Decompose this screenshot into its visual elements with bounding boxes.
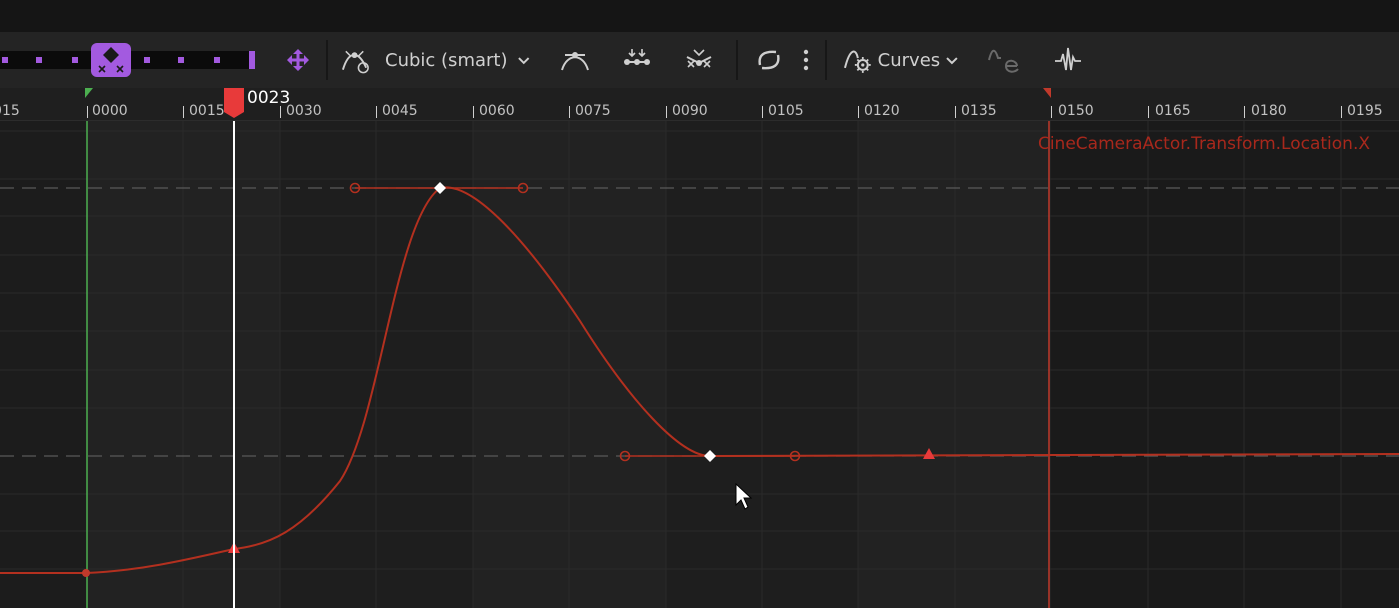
curve-graph-area[interactable]: CineCameraActor.Transform.Location.X	[0, 121, 1399, 608]
ruler-tick	[376, 106, 377, 118]
loop-icon[interactable]	[750, 32, 788, 88]
ruler-tick-label: 0015	[189, 103, 225, 119]
ruler-tick	[87, 106, 88, 118]
curves-settings-icon	[844, 50, 871, 73]
chevron-down-icon	[518, 57, 530, 65]
frame-ruler[interactable]: -015 0000 0015 0030 0045 0060 0075 0090 …	[0, 88, 1399, 121]
interpolation-dropdown[interactable]: Cubic (smart)	[340, 32, 532, 88]
waveform-icon[interactable]	[1050, 32, 1086, 88]
start-range-marker[interactable]	[85, 88, 93, 98]
ruler-tick	[762, 106, 763, 118]
more-options-icon[interactable]	[796, 32, 816, 88]
ruler-tick	[1148, 106, 1149, 118]
curve-editor-toolbar: Cubic (smart) Curves	[0, 32, 1399, 88]
top-strip	[0, 0, 1399, 32]
ruler-tick-label: 0060	[479, 103, 515, 119]
ruler-tick	[183, 106, 184, 118]
ruler-tick	[955, 106, 956, 118]
curves-label: Curves	[877, 49, 941, 71]
ruler-tick-label: 0105	[768, 103, 804, 119]
playhead-handle[interactable]	[224, 88, 244, 118]
transform-tool-icon[interactable]	[280, 32, 316, 88]
ruler-tick	[858, 106, 859, 118]
key-selection-track[interactable]	[0, 32, 262, 88]
ruler-tick-label: 0135	[961, 103, 997, 119]
ruler-tick	[569, 106, 570, 118]
curve-name-label: CineCameraActor.Transform.Location.X	[1037, 134, 1370, 154]
curve-editor: { "toolbar": { "interpolation_label": "C…	[0, 0, 1399, 608]
ruler-tick	[473, 106, 474, 118]
interpolation-icon	[341, 50, 369, 74]
curve-filter-icon[interactable]	[984, 32, 1024, 88]
playhead-frame-label: 0023	[247, 88, 291, 108]
ruler-tick-label: 0180	[1251, 103, 1287, 119]
ruler-tick	[1051, 106, 1052, 118]
ruler-tick	[1244, 106, 1245, 118]
ruler-tick-label: 0165	[1155, 103, 1191, 119]
chevron-down-icon	[946, 57, 958, 65]
break-tangents-icon[interactable]	[680, 32, 718, 88]
ruler-tick	[666, 106, 667, 118]
ruler-tick	[1341, 106, 1342, 118]
ruler-tick-label: 0195	[1347, 103, 1383, 119]
ruler-tick-label: 0045	[382, 103, 418, 119]
straighten-tangents-icon[interactable]	[618, 32, 656, 88]
toolbar-separator	[825, 40, 827, 80]
toolbar-separator	[736, 40, 738, 80]
ruler-tick-label: 0090	[672, 103, 708, 119]
toolbar-separator	[326, 40, 328, 80]
interpolation-label: Cubic (smart)	[385, 49, 508, 71]
ruler-tick-label: 0000	[92, 103, 128, 119]
ruler-tick-label: -015	[0, 103, 20, 119]
ruler-tick-label: 0030	[286, 103, 322, 119]
ruler-tick-label: 0150	[1058, 103, 1094, 119]
ruler-tick-label: 0120	[864, 103, 900, 119]
ruler-tick-label: 0075	[575, 103, 611, 119]
flatten-tangents-icon[interactable]	[556, 32, 594, 88]
end-range-marker[interactable]	[1043, 88, 1051, 98]
curves-dropdown[interactable]: Curves	[842, 32, 960, 88]
